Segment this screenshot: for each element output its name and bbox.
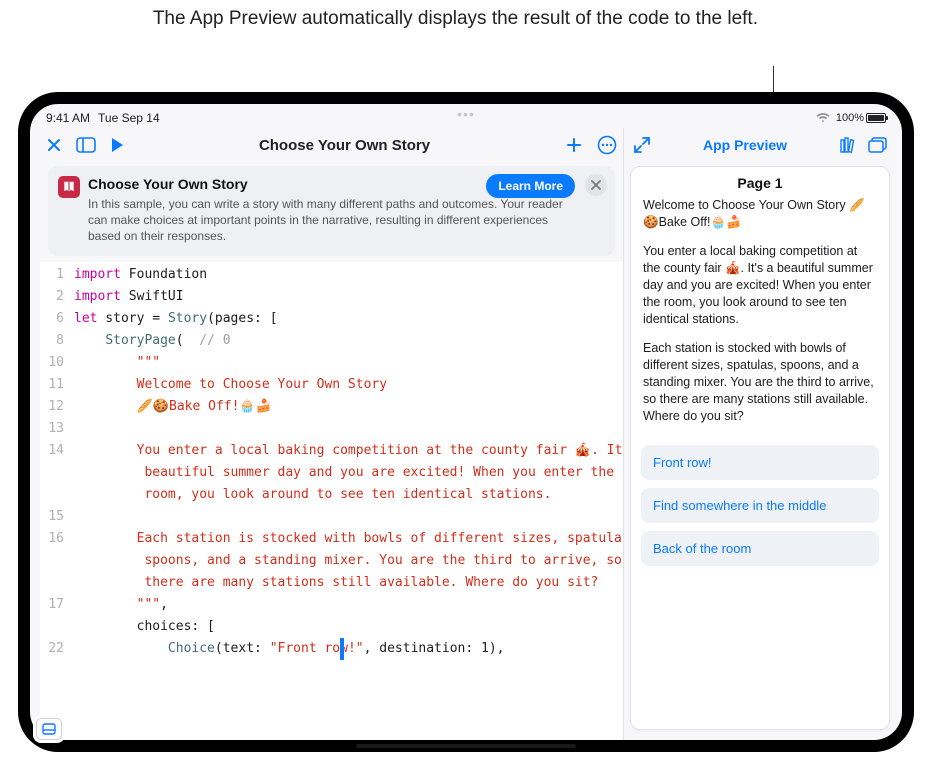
code-line[interactable]: 12 🥖🍪Bake Off!🧁🍰 [40,396,623,418]
line-number: 14 [40,440,74,462]
preview-paragraph: Welcome to Choose Your Own Story 🥖🍪Bake … [643,197,877,231]
battery-indicator: 100% [836,112,886,124]
document-title: Choose Your Own Story [259,137,430,154]
preview-header-label: App Preview [660,137,830,153]
line-number: 2 [40,286,74,308]
guide-banner: Choose Your Own Story In this sample, yo… [48,166,615,256]
library-icon[interactable] [840,137,858,153]
ipad-frame: ••• 9:41 AM Tue Sep 14 100% [18,92,914,752]
run-icon[interactable] [110,137,124,153]
line-number: 13 [40,418,74,440]
preview-toolbar: App Preview [630,128,892,162]
pane-divider[interactable] [623,128,624,740]
line-number: 11 [40,374,74,396]
line-number: 15 [40,506,74,528]
status-date: Tue Sep 14 [98,111,160,125]
code-line[interactable]: beautiful summer day and you are excited… [40,462,623,484]
multitask-dots-icon: ••• [457,106,475,122]
code-line[interactable]: 6let story = Story(pages: [ [40,308,623,330]
code-line[interactable]: room, you look around to see ten identic… [40,484,623,506]
preview-page-title: Page 1 [631,167,889,197]
preview-paragraph: Each station is stocked with bowls of di… [643,340,877,425]
line-number: 10 [40,352,74,374]
wifi-icon [816,113,830,123]
figure-caption: The App Preview automatically displays t… [0,6,758,31]
line-number: 1 [40,264,74,286]
preview-pane: App Preview Page 1 Welcome to Choose You… [630,128,892,740]
status-time: 9:41 AM [46,111,90,125]
banner-description: In this sample, you can write a story wi… [88,196,568,244]
code-line[interactable]: 13 [40,418,623,440]
book-icon [58,176,80,198]
line-number: 22 [40,638,74,660]
windows-icon[interactable] [868,137,888,153]
console-toggle-icon[interactable] [36,718,62,740]
story-choice-button[interactable]: Back of the room [641,531,879,566]
line-number: 8 [40,330,74,352]
story-choice-button[interactable]: Front row! [641,445,879,480]
code-line[interactable]: 2import SwiftUI [40,286,623,308]
more-icon[interactable] [597,135,617,155]
close-icon[interactable] [46,137,62,153]
code-line[interactable]: 1import Foundation [40,264,623,286]
editor-toolbar: Choose Your Own Story [40,128,623,162]
line-number: 17 [40,594,74,616]
preview-options: Front row! Find somewhere in the middle Ba… [631,437,889,576]
line-number [40,616,74,638]
code-line[interactable]: 10 """ [40,352,623,374]
code-line[interactable]: 14 You enter a local baking competition … [40,440,623,462]
text-cursor [340,638,344,660]
code-line[interactable]: 22 Choice(text: "Front row!", destinatio… [40,638,623,660]
code-line[interactable]: there are many stations still available.… [40,572,623,594]
code-line[interactable]: spoons, and a standing mixer. You are th… [40,550,623,572]
line-number [40,572,74,594]
line-number: 16 [40,528,74,550]
add-icon[interactable] [565,136,583,154]
line-number [40,462,74,484]
sidebar-toggle-icon[interactable] [76,137,96,153]
line-number [40,550,74,572]
line-number: 6 [40,308,74,330]
line-number: 12 [40,396,74,418]
code-line[interactable]: 11 Welcome to Choose Your Own Story [40,374,623,396]
code-line[interactable]: choices: [ [40,616,623,638]
code-line[interactable]: 17 """, [40,594,623,616]
line-number [40,484,74,506]
app-preview-card: Page 1 Welcome to Choose Your Own Story … [630,166,890,730]
code-line[interactable]: 15 [40,506,623,528]
story-choice-button[interactable]: Find somewhere in the middle [641,488,879,523]
preview-paragraph: You enter a local baking competition at … [643,243,877,328]
learn-more-button[interactable]: Learn More [486,174,575,198]
code-line[interactable]: 8 StoryPage( // 0 [40,330,623,352]
code-editor[interactable]: 1import Foundation2import SwiftUI6let st… [40,262,623,740]
code-line[interactable]: 16 Each station is stocked with bowls of… [40,528,623,550]
preview-body: Welcome to Choose Your Own Story 🥖🍪Bake … [631,197,889,437]
close-banner-button[interactable] [585,174,607,196]
code-editor-pane: Choose Your Own Story Choose Your Own St… [40,128,623,740]
expand-icon[interactable] [634,137,650,153]
